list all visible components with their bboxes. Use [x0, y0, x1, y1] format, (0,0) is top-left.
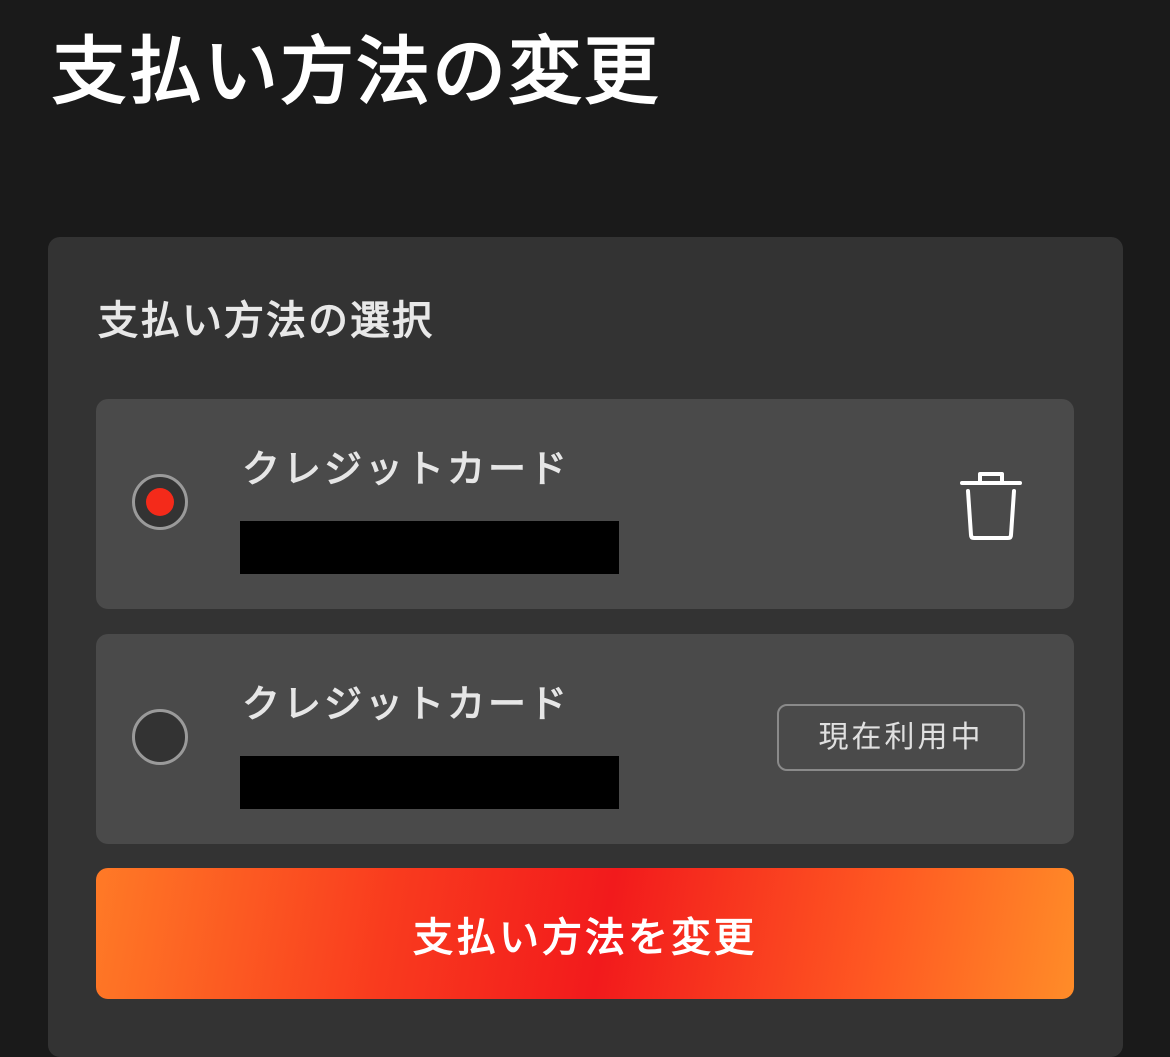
current-use-badge: 現在利用中 — [777, 704, 1025, 771]
radio-button-unselected[interactable] — [132, 709, 188, 765]
payment-method-panel: 支払い方法の選択 クレジットカード クレジットカード 現在利用中 支払い方法を変… — [48, 237, 1123, 1057]
payment-option-label: クレジットカード — [242, 447, 571, 491]
payment-option-1[interactable]: クレジットカード — [96, 399, 1074, 609]
trash-icon[interactable] — [958, 469, 1024, 541]
section-title: 支払い方法の選択 — [98, 298, 434, 344]
redacted-card-number — [240, 521, 619, 574]
payment-option-label: クレジットカード — [242, 682, 571, 726]
change-payment-method-button[interactable]: 支払い方法を変更 — [96, 868, 1074, 999]
radio-button-selected[interactable] — [132, 474, 188, 530]
redacted-card-number — [240, 756, 619, 809]
radio-selected-dot — [146, 488, 174, 516]
page-title: 支払い方法の変更 — [52, 29, 660, 115]
payment-option-2[interactable]: クレジットカード 現在利用中 — [96, 634, 1074, 844]
